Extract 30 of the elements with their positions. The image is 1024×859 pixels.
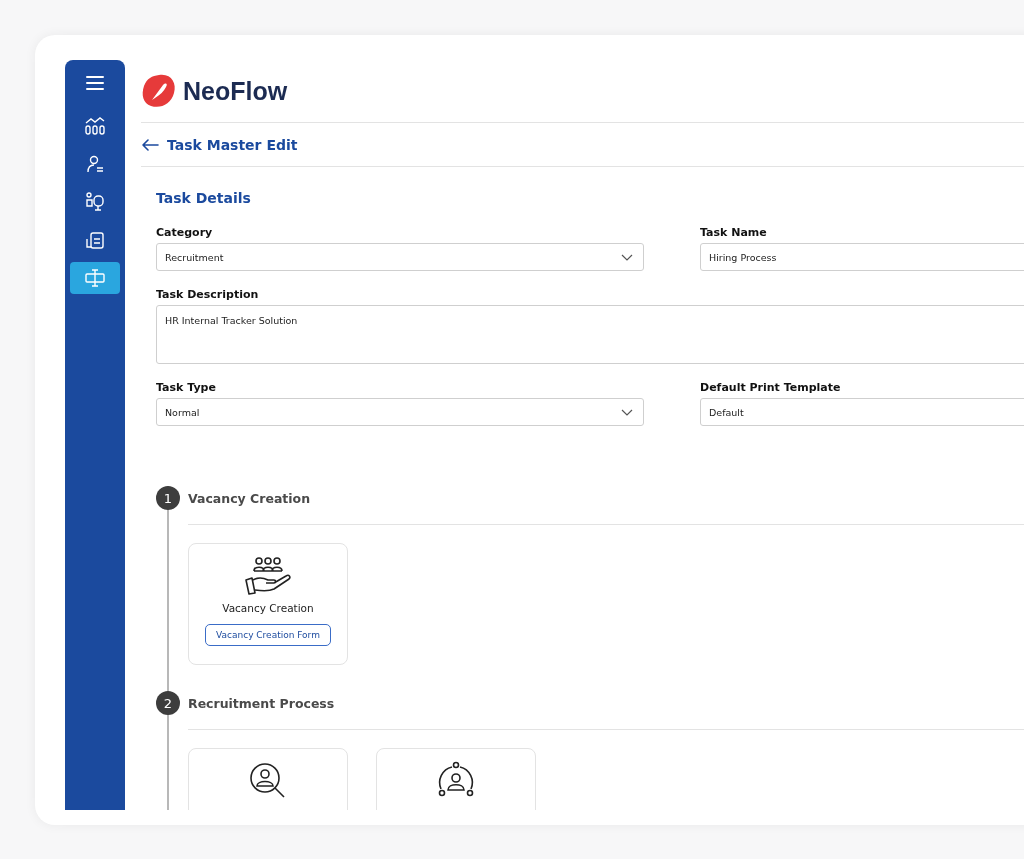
select-field[interactable]: Recruitment — [156, 243, 644, 271]
page-title: Task Master Edit — [167, 136, 298, 153]
field-label: Task Name — [700, 226, 767, 239]
step-number: 2 — [156, 691, 180, 715]
chevron-down-icon — [621, 253, 633, 261]
field-label: Category — [156, 226, 213, 239]
logo-icon — [141, 73, 177, 109]
textarea-field[interactable]: HR Internal Tracker Solution — [156, 305, 1024, 364]
field-label: Task Description — [156, 288, 259, 301]
chevron-down-icon — [621, 408, 633, 416]
select-field[interactable]: Normal — [156, 398, 644, 426]
field-label: Default Print Template — [700, 381, 841, 394]
team-hand-icon — [244, 556, 292, 596]
person-screen-icon — [85, 192, 105, 212]
chart-icon — [85, 117, 105, 135]
step-title: Vacancy Creation — [188, 490, 311, 506]
user-icon — [86, 155, 104, 173]
input-field[interactable]: Hiring Process — [700, 243, 1024, 271]
text-cursor-icon — [85, 269, 105, 287]
back-arrow-icon[interactable] — [141, 138, 159, 151]
input-field[interactable]: Default — [700, 398, 1024, 426]
menu-icon[interactable] — [86, 76, 104, 90]
document-icon — [86, 231, 104, 249]
field-label: Task Type — [156, 381, 216, 394]
form-button[interactable]: Vacancy Creation Form — [205, 624, 331, 646]
step-title: Recruitment Process — [188, 695, 335, 711]
section-title: Task Details — [156, 190, 251, 206]
card-title: Vacancy Creation — [222, 602, 314, 614]
brand-name: NeoFlow — [183, 76, 288, 106]
step-number: 1 — [156, 486, 180, 510]
